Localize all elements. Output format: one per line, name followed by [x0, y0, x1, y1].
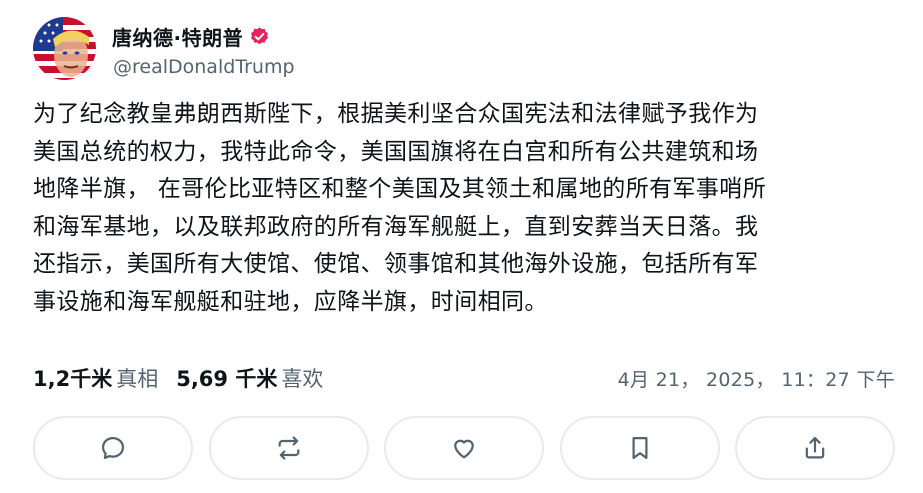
heart-icon	[454, 439, 474, 459]
reposts-count: 1,2千米	[33, 367, 113, 391]
post-stats: 1,2千米 真相 5,69 千米 喜欢 4月 21， 2025， 11：27 下午	[33, 363, 895, 393]
avatar[interactable]	[33, 17, 96, 80]
likes-count: 5,69 千米	[176, 367, 278, 391]
bookmark-button[interactable]	[559, 416, 720, 480]
reposts-label: 真相	[116, 367, 159, 391]
reposts-stat[interactable]: 1,2千米 真相	[33, 363, 158, 393]
reply-icon	[101, 436, 125, 460]
post-timestamp[interactable]: 4月 21， 2025， 11：27 下午	[618, 365, 895, 392]
verified-badge-icon	[249, 26, 270, 47]
share-icon	[805, 436, 825, 459]
action-bar	[33, 416, 895, 480]
author-name-row: 唐纳德·特朗普	[112, 22, 270, 51]
author-handle[interactable]: @realDonaldTrump	[113, 56, 295, 78]
repost-icon	[278, 436, 299, 460]
post-body-text: 为了纪念教皇弗朗西斯陛下，根据美利坚合众国宪法和法律赋予我作为 美国总统的权力，…	[33, 101, 767, 315]
reply-button[interactable]	[33, 416, 193, 480]
post-card: 唐纳德·特朗普 @realDonaldTrump 为了纪念教皇弗朗西斯陛下，根据…	[0, 0, 923, 493]
display-name[interactable]: 唐纳德·特朗普	[112, 22, 243, 51]
flag-portrait-avatar-icon	[33, 17, 96, 80]
share-button[interactable]	[735, 416, 895, 480]
likes-stat[interactable]: 5,69 千米 喜欢	[176, 363, 323, 393]
bookmark-icon	[631, 436, 648, 460]
likes-label: 喜欢	[281, 367, 324, 391]
like-button[interactable]	[384, 416, 544, 480]
repost-button[interactable]	[208, 416, 369, 480]
